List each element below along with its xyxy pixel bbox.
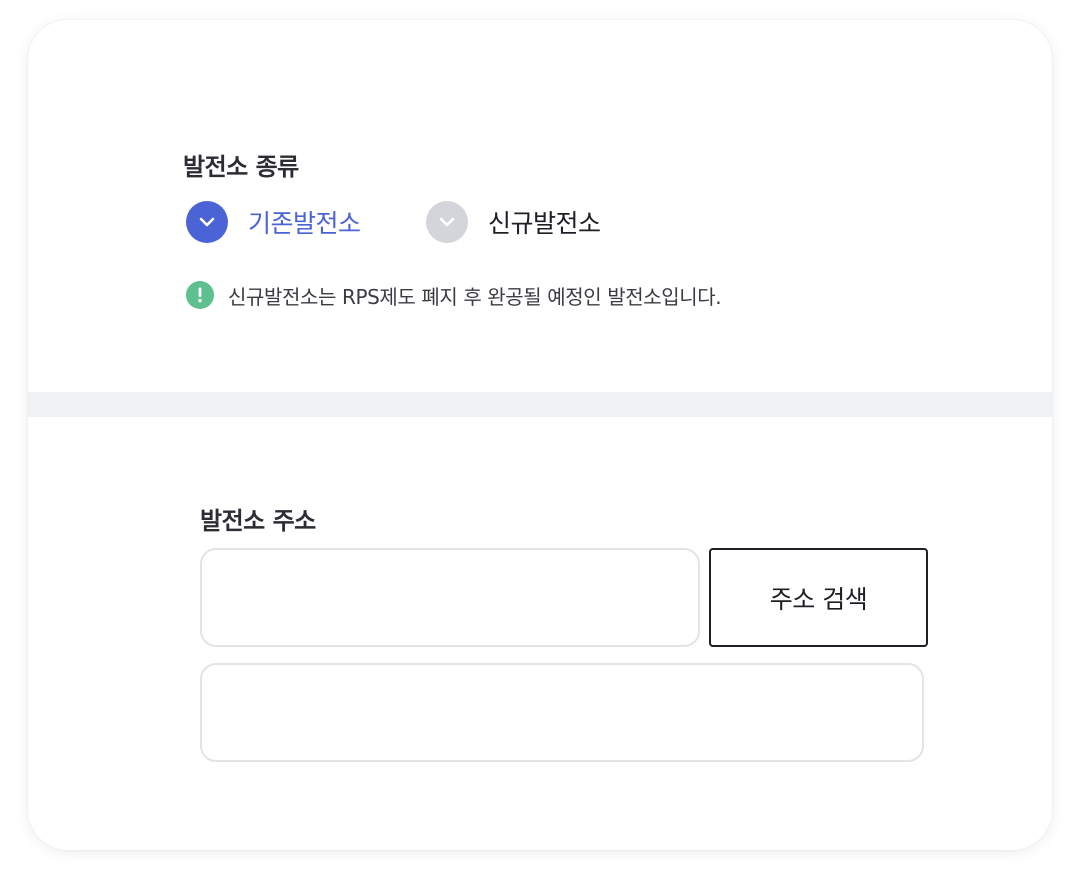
- plant-address-title: 발전소 주소: [200, 507, 316, 535]
- option-existing-plant-label: 기존발전소: [248, 209, 361, 238]
- chevron-down-icon[interactable]: [186, 201, 228, 243]
- option-new-plant[interactable]: 신규발전소: [426, 201, 601, 243]
- chevron-down-icon[interactable]: [426, 201, 468, 243]
- option-existing-plant[interactable]: 기존발전소: [186, 201, 361, 243]
- form-card: 발전소 종류 기존발전소 신규발전소 신규발전소는 RPS제도 폐지 후 완공될…: [28, 20, 1052, 850]
- plant-type-title: 발전소 종류: [183, 153, 299, 181]
- section-divider: [28, 392, 1052, 417]
- notice: 신규발전소는 RPS제도 폐지 후 완공될 예정인 발전소입니다.: [186, 281, 722, 309]
- notice-text: 신규발전소는 RPS제도 폐지 후 완공될 예정인 발전소입니다.: [228, 284, 722, 309]
- option-new-plant-label: 신규발전소: [488, 209, 601, 238]
- address-input[interactable]: [200, 548, 700, 647]
- exclamation-icon: [186, 281, 214, 309]
- address-search-button[interactable]: 주소 검색: [709, 548, 928, 647]
- address-detail-input[interactable]: [200, 663, 924, 762]
